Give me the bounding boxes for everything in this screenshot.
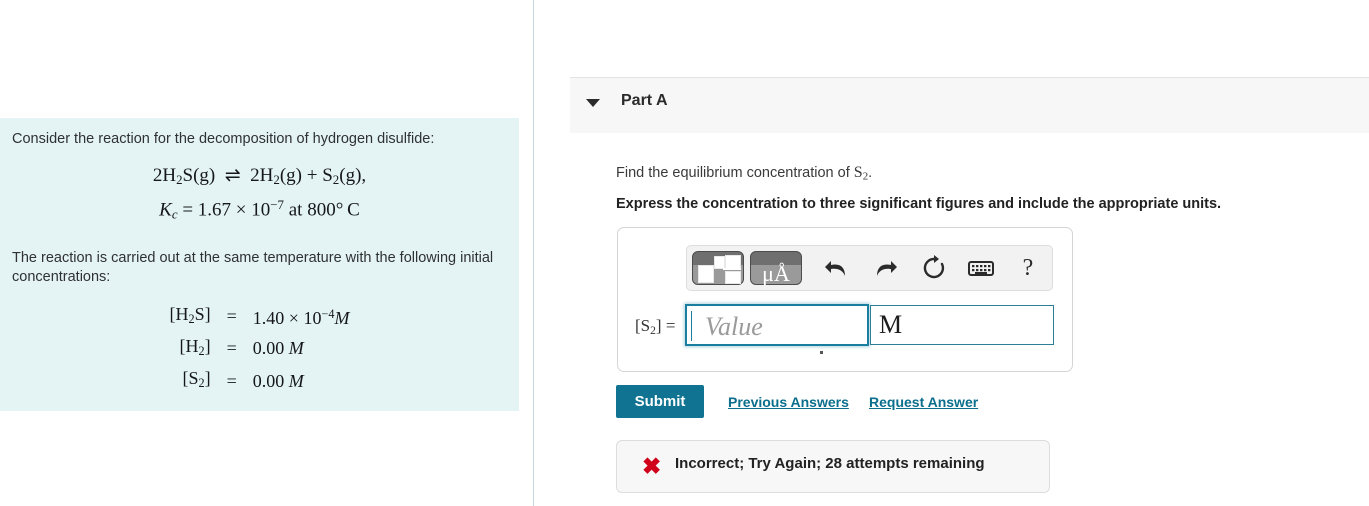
request-answer-link[interactable]: Request Answer <box>869 394 978 410</box>
keyboard-icon[interactable] <box>965 252 997 284</box>
question-period: . <box>868 165 873 181</box>
answer-entry-widget: μÅ ? [S2] = Value M <box>617 227 1073 372</box>
answer-panel: Part A Find the equilibrium concentratio… <box>534 0 1369 506</box>
species-label: [S2] <box>182 367 211 391</box>
reaction-equation: 2H2S(g) ⇌ 2H2(g) + S2(g), Kc = 1.67 × 10… <box>0 163 519 227</box>
text-cursor <box>691 311 692 341</box>
units-input[interactable]: M <box>870 305 1054 345</box>
submit-button[interactable]: Submit <box>616 385 704 418</box>
initial-concentrations-table: [H2S] = 1.40 × 10−4M [H2] = 0.00 M [S2] … <box>170 301 350 397</box>
problem-panel: Consider the reaction for the decomposit… <box>0 0 534 506</box>
question-species: S2 <box>853 164 869 183</box>
answer-field-label: [S2] = <box>635 316 675 337</box>
red-x-icon: ✖ <box>642 453 662 479</box>
field-marker-dot <box>820 351 823 354</box>
reset-circular-arrow-icon[interactable] <box>918 252 950 284</box>
value-placeholder: Value <box>705 312 763 341</box>
template-square-denominator <box>725 271 741 284</box>
kc-exponent: −7 <box>270 197 284 213</box>
table-row: [S2] = 0.00 M <box>170 365 350 397</box>
species-label: [H2] <box>179 335 211 358</box>
redo-arrow-icon[interactable] <box>870 252 902 284</box>
question-mark-icon[interactable]: ? <box>1012 252 1044 284</box>
feedback-banner: ✖ Incorrect; Try Again; 28 attempts rema… <box>616 440 1050 493</box>
species-label: [H2S] <box>169 303 211 326</box>
help-label: ? <box>1022 255 1034 281</box>
part-a-header[interactable]: Part A <box>570 77 1369 133</box>
question-prompt-text: Find the equilibrium concentration of <box>616 165 854 181</box>
problem-intro-text: Consider the reaction for the decomposit… <box>12 131 435 147</box>
equals-sign: = <box>226 370 237 391</box>
undo-arrow-icon[interactable] <box>820 252 852 284</box>
question-prompt: Find the equilibrium concentration of S2… <box>616 164 872 183</box>
answer-toolbar: μÅ ? <box>686 245 1053 291</box>
problem-setup-text: The reaction is carried out at the same … <box>12 249 494 285</box>
kc-condition: at 800 <box>288 199 336 221</box>
template-fraction-bar <box>723 268 741 270</box>
units-value: M <box>879 310 903 339</box>
kc-equals: = <box>182 199 194 221</box>
kc-symbol: K <box>159 199 172 221</box>
previous-answers-link[interactable]: Previous Answers <box>728 394 849 410</box>
kc-degree: ° <box>335 199 344 221</box>
value-input[interactable]: Value <box>685 304 869 346</box>
part-title: Part A <box>621 92 668 109</box>
template-square-large <box>698 265 714 283</box>
math-template-icon[interactable] <box>692 251 744 285</box>
answer-label-species: [S <box>635 316 651 335</box>
reaction-equation-line: 2H2S(g) ⇌ 2H2(g) + S2(g), <box>152 165 367 188</box>
units-palette-icon[interactable]: μÅ <box>750 251 802 285</box>
equals-sign: = <box>226 306 237 327</box>
kc-times: × <box>235 199 247 221</box>
kc-value: 1.67 <box>197 199 232 221</box>
feedback-message: Incorrect; Try Again; 28 attempts remain… <box>675 455 985 472</box>
kc-unit: C <box>347 199 360 221</box>
kc-subscript: c <box>171 206 178 222</box>
template-square-numerator <box>725 255 741 269</box>
question-instruction: Express the concentration to three signi… <box>616 196 1222 212</box>
answer-label-close: ] = <box>655 316 676 335</box>
kc-base: 10 <box>251 199 271 221</box>
problem-statement-block: Consider the reaction for the decomposit… <box>0 118 519 412</box>
equilibrium-constant-line: Kc = 1.67 × 10−7 at 800° C <box>0 192 519 227</box>
table-row: [H2] = 0.00 M <box>170 333 350 365</box>
species-value: 0.00 M <box>252 338 304 359</box>
species-value: 0.00 M <box>252 370 304 391</box>
equals-sign: = <box>226 338 237 359</box>
units-palette-label: μÅ <box>762 261 790 286</box>
species-value: 1.40 × 10−4M <box>252 307 350 329</box>
caret-down-icon[interactable] <box>586 99 600 107</box>
table-row: [H2S] = 1.40 × 10−4M <box>170 301 350 333</box>
